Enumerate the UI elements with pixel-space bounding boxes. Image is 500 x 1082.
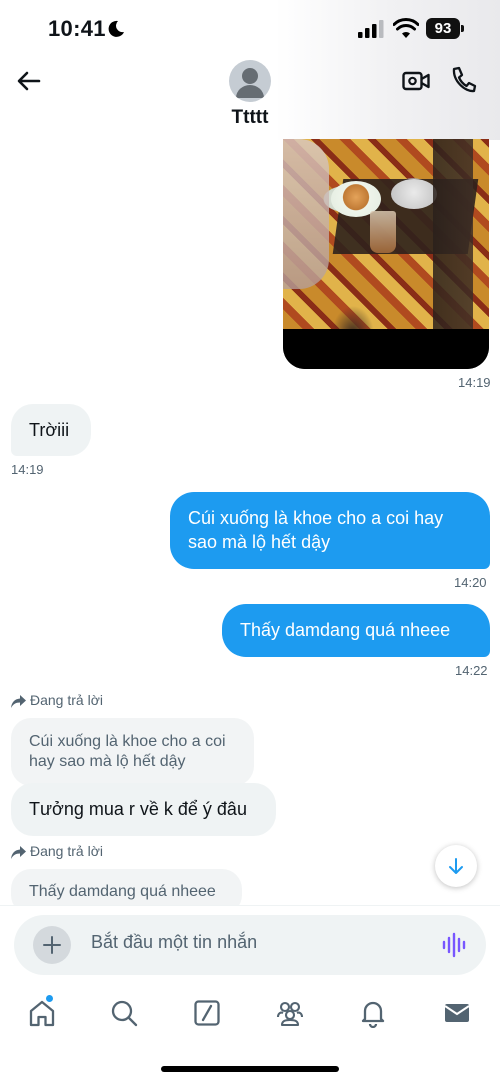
replying-label: Đang trả lời: [11, 843, 103, 859]
moon-icon: [108, 20, 124, 37]
message-time: 14:22: [455, 663, 488, 678]
contact-name[interactable]: Ttttt: [150, 107, 350, 129]
signal-icon: [358, 20, 384, 38]
incoming-message-bubble[interactable]: Trờiii: [11, 404, 91, 456]
photo-chair-shape: [433, 139, 473, 329]
quoted-message[interactable]: Cúi xuống là khoe cho a coi hay sao mà l…: [11, 718, 254, 786]
replying-label: Đang trả lời: [11, 692, 103, 708]
home-indicator: [161, 1066, 339, 1072]
battery-indicator: 93: [426, 18, 460, 39]
reply-arrow-icon: [11, 694, 26, 708]
arrow-down-icon: [449, 858, 463, 874]
message-time: 14:20: [454, 575, 487, 590]
phone-icon[interactable]: [449, 65, 477, 95]
photo-bowl-shape: [391, 179, 437, 209]
mail-icon[interactable]: [442, 998, 472, 1028]
message-input-placeholder[interactable]: Bắt đầu một tin nhắn: [91, 932, 257, 953]
photo-attachment: [283, 139, 489, 329]
back-arrow-icon[interactable]: [14, 66, 44, 96]
message-text-line: Cúi xuống là khoe cho a coi hay: [188, 508, 444, 528]
incoming-message-bubble[interactable]: Tưởng mua r về k để ý đâu: [11, 783, 276, 836]
home-icon[interactable]: [27, 998, 57, 1028]
photo-person-shape: [283, 139, 329, 289]
photo-letterbox: [283, 329, 489, 369]
bell-icon[interactable]: [358, 998, 388, 1028]
add-attachment-button[interactable]: [33, 926, 71, 964]
communities-icon[interactable]: [275, 998, 305, 1028]
message-time: 14:19: [11, 462, 44, 477]
outgoing-message-bubble[interactable]: Cúi xuống là khoe cho a coi hay sao mà l…: [170, 492, 490, 569]
default-avatar-icon: [236, 68, 264, 98]
quoted-text-line: Cúi xuống là khoe cho a coi: [29, 733, 226, 750]
grok-icon[interactable]: [192, 998, 222, 1028]
scroll-to-bottom-button[interactable]: [435, 845, 477, 887]
quoted-text-line: hay sao mà lộ hết dậy: [29, 753, 186, 770]
wifi-icon: [393, 18, 419, 38]
outgoing-message-bubble[interactable]: Thấy damdang quá nheee: [222, 604, 490, 657]
photo-cup-shape: [370, 211, 396, 253]
search-icon[interactable]: [109, 998, 139, 1028]
reply-arrow-icon: [11, 845, 26, 859]
avatar[interactable]: [229, 60, 271, 102]
plus-icon: [43, 936, 61, 954]
replying-label-text: Đang trả lời: [30, 692, 103, 708]
video-call-icon[interactable]: [401, 66, 431, 96]
battery-tip: [461, 25, 464, 32]
image-message[interactable]: [283, 139, 489, 369]
voice-wave-icon[interactable]: [441, 932, 467, 958]
notification-dot: [46, 995, 53, 1002]
message-text-line: sao mà lộ hết dậy: [188, 532, 331, 552]
message-time: 14:19: [458, 375, 491, 390]
replying-label-text: Đang trả lời: [30, 843, 103, 859]
status-time: 10:41: [48, 16, 106, 41]
